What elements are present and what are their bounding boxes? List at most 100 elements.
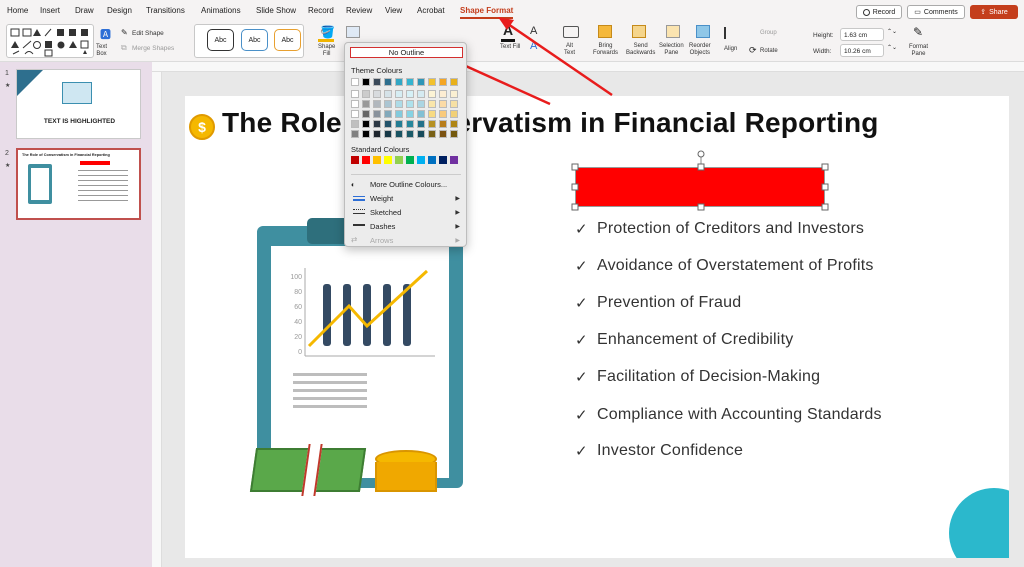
theme-colour-swatch[interactable] — [395, 90, 403, 98]
theme-colour-swatch[interactable] — [406, 130, 414, 138]
width-stepper[interactable]: ⌃⌄ — [887, 44, 897, 51]
text-effects-icon[interactable]: A — [530, 40, 537, 52]
theme-colour-swatch[interactable] — [450, 120, 458, 128]
theme-colour-swatch[interactable] — [417, 90, 425, 98]
bullet-item[interactable]: Prevention of Fraud — [597, 294, 741, 312]
theme-colour-swatch[interactable] — [373, 90, 381, 98]
tab-record[interactable]: Record — [308, 6, 334, 15]
theme-colour-swatch[interactable] — [406, 110, 414, 118]
slide-title[interactable]: The Role of Conservatism in Financial Re… — [222, 107, 879, 139]
theme-colour-swatch[interactable] — [351, 90, 359, 98]
theme-colour-swatch[interactable] — [417, 120, 425, 128]
standard-colour-swatch[interactable] — [384, 156, 392, 164]
shapes-gallery[interactable] — [6, 24, 94, 58]
theme-colour-swatch[interactable] — [406, 90, 414, 98]
bullet-item[interactable]: Avoidance of Overstatement of Profits — [597, 257, 874, 275]
theme-colour-swatch[interactable] — [439, 90, 447, 98]
no-outline-option[interactable]: No Outline — [350, 47, 463, 58]
dashes-option[interactable]: Dashes — [370, 222, 395, 231]
theme-colour-swatch[interactable] — [439, 78, 447, 86]
theme-colour-swatch[interactable] — [373, 130, 381, 138]
tab-transitions[interactable]: Transitions — [146, 6, 185, 15]
theme-colour-swatch[interactable] — [406, 78, 414, 86]
shape-outline-icon[interactable] — [346, 26, 360, 38]
standard-colour-swatch[interactable] — [450, 156, 458, 164]
share-button[interactable]: ⇪ Share — [970, 5, 1018, 19]
tab-draw[interactable]: Draw — [75, 6, 94, 15]
standard-colour-swatch[interactable] — [373, 156, 381, 164]
alt-text-label[interactable]: Alt Text — [564, 43, 575, 57]
theme-colour-swatch[interactable] — [428, 100, 436, 108]
merge-shapes-button[interactable]: Merge Shapes — [132, 45, 174, 52]
edit-shape-button[interactable]: Edit Shape — [132, 30, 164, 37]
theme-colour-swatch[interactable] — [384, 110, 392, 118]
theme-colour-swatch[interactable] — [439, 120, 447, 128]
comments-button[interactable]: ▭ Comments — [907, 5, 965, 19]
selection-pane-icon[interactable] — [666, 25, 680, 38]
tab-slide-show[interactable]: Slide Show — [256, 6, 296, 15]
shape-fill-icon[interactable]: 🪣 — [320, 25, 335, 39]
theme-colour-swatch[interactable] — [362, 120, 370, 128]
theme-colour-swatch[interactable] — [439, 110, 447, 118]
theme-colour-swatch[interactable] — [428, 110, 436, 118]
arrows-option[interactable]: Arrows — [370, 236, 393, 245]
height-input[interactable]: 1.63 cm — [840, 28, 884, 41]
width-input[interactable]: 10.26 cm — [840, 44, 884, 57]
standard-colour-swatch[interactable] — [428, 156, 436, 164]
selection-pane-label[interactable]: Selection Pane — [659, 43, 684, 57]
theme-colour-swatch[interactable] — [351, 78, 359, 86]
shape-fill-label[interactable]: Shape Fill — [318, 44, 335, 58]
tab-animations[interactable]: Animations — [201, 6, 241, 15]
theme-colour-swatch[interactable] — [351, 110, 359, 118]
theme-colour-swatch[interactable] — [351, 100, 359, 108]
shape-style-3[interactable]: Abc — [274, 29, 301, 51]
theme-colour-swatch[interactable] — [417, 100, 425, 108]
theme-colour-swatch[interactable] — [384, 90, 392, 98]
theme-colour-swatch[interactable] — [362, 130, 370, 138]
send-backwards-label[interactable]: Send Backwards — [626, 43, 655, 57]
theme-colour-swatch[interactable] — [395, 100, 403, 108]
theme-colour-swatch[interactable] — [417, 130, 425, 138]
theme-colour-swatch[interactable] — [373, 120, 381, 128]
bullet-item[interactable]: Enhancement of Credibility — [597, 331, 793, 349]
standard-colour-swatch[interactable] — [351, 156, 359, 164]
weight-option[interactable]: Weight — [370, 194, 393, 203]
record-button[interactable]: Record — [856, 5, 902, 19]
slide-canvas[interactable]: $ The Role of Conservatism in Financial … — [185, 96, 1009, 558]
theme-colour-swatch[interactable] — [406, 120, 414, 128]
sketched-option[interactable]: Sketched — [370, 208, 401, 217]
theme-colour-swatch[interactable] — [450, 110, 458, 118]
theme-colour-swatch[interactable] — [362, 90, 370, 98]
standard-colour-swatch[interactable] — [395, 156, 403, 164]
theme-colour-swatch[interactable] — [373, 110, 381, 118]
theme-colour-swatch[interactable] — [384, 120, 392, 128]
theme-colour-swatch[interactable] — [373, 100, 381, 108]
shape-style-2[interactable]: Abc — [241, 29, 268, 51]
shape-style-1[interactable]: Abc — [207, 29, 234, 51]
tab-insert[interactable]: Insert — [40, 6, 60, 15]
rotate-button[interactable]: Rotate — [760, 48, 778, 55]
format-pane-label[interactable]: Format Pane — [909, 44, 928, 58]
theme-colour-swatch[interactable] — [362, 100, 370, 108]
theme-colour-swatch[interactable] — [450, 100, 458, 108]
theme-colour-swatch[interactable] — [373, 78, 381, 86]
align-label[interactable]: Align — [724, 46, 737, 53]
theme-colour-swatch[interactable] — [439, 130, 447, 138]
theme-colour-swatch[interactable] — [384, 100, 392, 108]
tab-view[interactable]: View — [385, 6, 402, 15]
theme-colour-swatch[interactable] — [428, 78, 436, 86]
text-fill-label[interactable]: Text Fill — [500, 44, 520, 51]
theme-colour-swatch[interactable] — [428, 120, 436, 128]
theme-colour-swatch[interactable] — [450, 90, 458, 98]
tab-home[interactable]: Home — [7, 6, 28, 15]
reorder-objects-label[interactable]: Reorder Objects — [689, 43, 711, 57]
bring-forwards-icon[interactable] — [598, 25, 612, 38]
theme-colour-swatch[interactable] — [417, 78, 425, 86]
group-button[interactable]: Group — [760, 30, 777, 37]
theme-colour-swatch[interactable] — [417, 110, 425, 118]
theme-colour-swatch[interactable] — [362, 78, 370, 86]
theme-colour-swatch[interactable] — [439, 100, 447, 108]
bullet-item[interactable]: Protection of Creditors and Investors — [597, 220, 864, 238]
theme-colour-swatch[interactable] — [395, 120, 403, 128]
theme-colour-swatch[interactable] — [450, 78, 458, 86]
